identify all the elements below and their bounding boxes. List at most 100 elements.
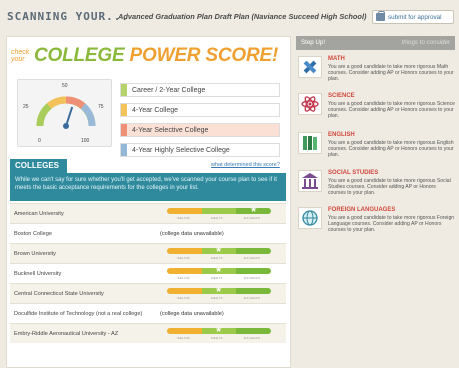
scale-label-below: BELOW xyxy=(177,336,190,340)
subject-title: SCIENCE xyxy=(328,93,355,99)
scale-segment xyxy=(201,208,237,214)
scale-label-meets: MEETS xyxy=(211,336,223,340)
acceptance-scale: BELOW MEETS EXCEEDS ★ xyxy=(167,245,271,261)
gauge-tick-25: 25 xyxy=(23,104,29,110)
math-icon xyxy=(298,56,322,78)
college-list: American University BELOW MEETS EXCEEDS ★ Bos… xyxy=(10,203,286,343)
gauge-tick-75: 75 xyxy=(98,104,104,110)
college-row[interactable]: Bucknell University BELOW MEETS EXCEEDS ★ xyxy=(10,263,286,283)
level-swatch xyxy=(121,144,127,156)
scale-label-meets: MEETS xyxy=(211,276,223,280)
score-gauge: 50 25 75 0 100 xyxy=(17,79,112,147)
title-power-score: POWER SCORE! xyxy=(129,45,279,66)
college-data-unavailable: (college data unavailable) xyxy=(160,310,224,317)
level-career[interactable]: Career / 2-Year College xyxy=(120,83,280,97)
acceptance-scale: BELOW MEETS EXCEEDS ★ xyxy=(167,325,271,341)
level-swatch xyxy=(121,84,127,96)
scale-segment xyxy=(236,248,271,254)
scale-segment xyxy=(167,268,202,274)
scale-label-below: BELOW xyxy=(177,216,190,220)
subject-title: SOCIAL STUDIES xyxy=(328,170,379,176)
college-row[interactable]: Brown University BELOW MEETS EXCEEDS ★ xyxy=(10,243,286,263)
acceptance-scale: BELOW MEETS EXCEEDS ★ xyxy=(167,265,271,281)
scanning-label: SCANNING YOUR... xyxy=(7,10,129,23)
scale-segment xyxy=(236,268,271,274)
scale-label-meets: MEETS xyxy=(211,296,223,300)
scale-labels: BELOW MEETS EXCEEDS xyxy=(167,216,271,220)
subject-desc: You are a good candidate to take more ri… xyxy=(328,101,455,119)
scale-label-meets: MEETS xyxy=(211,216,223,220)
books-icon xyxy=(298,132,322,154)
subject-desc: You are a good candidate to take more ri… xyxy=(328,215,455,233)
things-to-consider-label: things to consider xyxy=(401,39,451,46)
subject-desc: You are a good candidate to take more ri… xyxy=(328,140,454,158)
check-your-label: check your xyxy=(11,49,29,63)
subject-title: MATH xyxy=(328,56,345,62)
college-name: Doculfide Institute of Technology (not a… xyxy=(14,310,143,317)
submit-label: submit for approval xyxy=(388,13,442,21)
level-label: Career / 2-Year College xyxy=(132,86,206,94)
scale-labels: BELOW MEETS EXCEEDS xyxy=(167,256,271,260)
college-name: Boston College xyxy=(14,230,52,237)
check-word: check xyxy=(11,49,30,56)
scale-label-below: BELOW xyxy=(177,256,190,260)
title-college: COLLEGE xyxy=(34,45,125,66)
colleges-intro: While we can't say for sure whether you'… xyxy=(10,173,286,201)
college-levels: Career / 2-Year College 4-Year College 4… xyxy=(120,83,280,163)
rating-star-icon: ★ xyxy=(215,245,223,254)
acceptance-scale: BELOW MEETS EXCEEDS ★ xyxy=(167,285,271,301)
college-name: American University xyxy=(14,210,64,217)
rating-star-icon: ★ xyxy=(215,325,223,334)
level-highly-selective[interactable]: 4-Year Highly Selective College xyxy=(120,143,280,157)
scale-label-meets: MEETS xyxy=(211,256,223,260)
power-score-title: COLLEGE POWER SCORE! xyxy=(34,45,278,67)
scale-label-exceeds: EXCEEDS xyxy=(243,336,261,340)
scale-labels: BELOW MEETS EXCEEDS xyxy=(167,296,271,300)
scale-label-exceeds: EXCEEDS xyxy=(243,276,261,280)
what-determined-link[interactable]: what determined this score? xyxy=(211,162,280,168)
level-swatch xyxy=(121,104,127,116)
scale-labels: BELOW MEETS EXCEEDS xyxy=(167,336,271,340)
scale-label-exceeds: EXCEEDS xyxy=(243,216,261,220)
step-up-sidebar: Step Up! things to consider MATH You are… xyxy=(296,36,455,368)
submit-for-approval-button[interactable]: submit for approval xyxy=(372,10,454,24)
scale-segment xyxy=(167,288,202,294)
college-name: Embry-Riddle Aeronautical University - A… xyxy=(14,330,119,337)
level-4-year-selective[interactable]: 4-Year Selective College xyxy=(120,123,280,137)
rating-star-icon: ★ xyxy=(215,285,223,294)
scale-label-below: BELOW xyxy=(177,276,190,280)
subject-title: ENGLISH xyxy=(328,132,355,138)
columns-icon xyxy=(298,170,322,192)
college-row[interactable]: Boston College (college data unavailable) xyxy=(10,223,286,243)
level-swatch xyxy=(121,124,127,136)
acceptance-scale: BELOW MEETS EXCEEDS ★ xyxy=(167,206,271,221)
briefcase-icon xyxy=(376,11,385,21)
scale-segment xyxy=(236,328,271,334)
college-row[interactable]: Doculfide Institute of Technology (not a… xyxy=(10,303,286,323)
your-word: your xyxy=(11,56,25,63)
scale-segment xyxy=(236,288,271,294)
level-label: 4-Year College xyxy=(132,106,179,114)
sidebar-header: Step Up! things to consider xyxy=(296,36,455,50)
scale-segment xyxy=(167,248,202,254)
scale-label-exceeds: EXCEEDS xyxy=(243,296,261,300)
step-up-label: Step Up! xyxy=(301,39,326,46)
level-4-year[interactable]: 4-Year College xyxy=(120,103,280,117)
scale-label-exceeds: EXCEEDS xyxy=(243,256,261,260)
college-name: Brown University xyxy=(14,250,56,257)
rating-star-icon: ★ xyxy=(215,265,223,274)
scale-segment xyxy=(167,328,202,334)
gauge-tick-50: 50 xyxy=(62,83,68,89)
college-data-unavailable: (college data unavailable) xyxy=(160,230,224,237)
atom-icon xyxy=(298,93,322,115)
college-row[interactable]: American University BELOW MEETS EXCEEDS ★ xyxy=(10,203,286,223)
level-label: 4-Year Highly Selective College xyxy=(132,146,230,154)
scale-segment xyxy=(167,208,202,214)
college-row[interactable]: Central Connecticut State University BELO… xyxy=(10,283,286,303)
globe-icon xyxy=(298,207,322,229)
college-row[interactable]: Embry-Riddle Aeronautical University - A… xyxy=(10,323,286,343)
colleges-heading: COLLEGES xyxy=(10,159,67,173)
scale-labels: BELOW MEETS EXCEEDS xyxy=(167,276,271,280)
plan-title: Advanced Graduation Plan Draft Plan (Nav… xyxy=(118,12,367,21)
level-label: 4-Year Selective College xyxy=(132,126,209,134)
